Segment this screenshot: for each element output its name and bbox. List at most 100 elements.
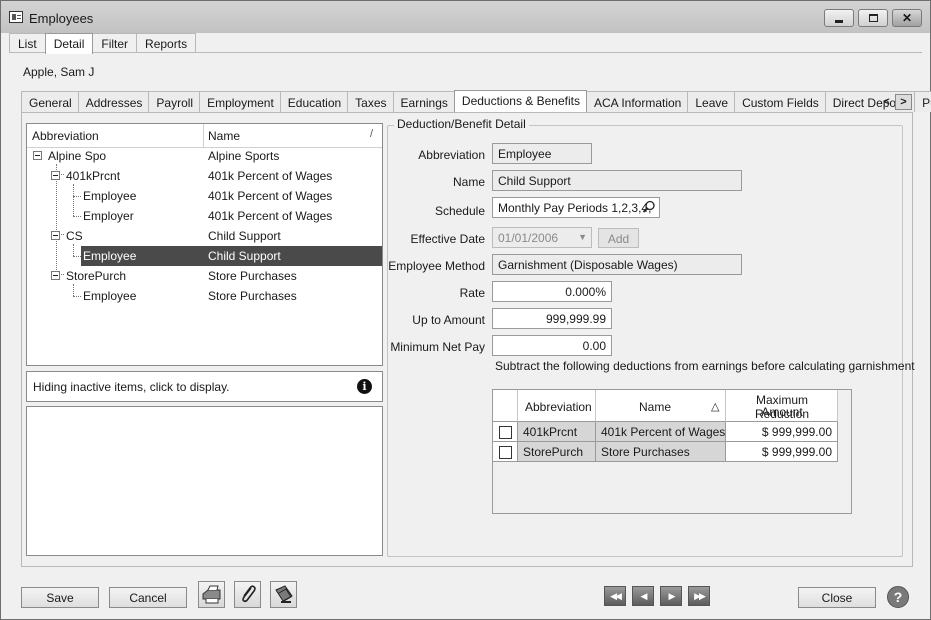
row-checkbox[interactable] (499, 426, 512, 439)
grid-col-abbreviation-label: Abbreviation (525, 400, 592, 414)
tab-taxes[interactable]: Taxes (347, 91, 394, 112)
tab-scroll-arrows: < > (878, 94, 912, 110)
name-label: Name (452, 175, 485, 189)
attach-button[interactable] (234, 581, 261, 608)
tab-list[interactable]: List (9, 33, 46, 53)
tab-detail[interactable]: Detail (44, 33, 94, 54)
record-name: Apple, Sam J (23, 65, 95, 79)
employee-method-field: Garnishment (Disposable Wages) (492, 254, 742, 275)
grid-cell-max: $ 999,999.00 (726, 442, 838, 462)
collapse-icon[interactable] (51, 231, 60, 240)
collapse-icon[interactable] (51, 271, 60, 280)
save-button[interactable]: Save (21, 587, 99, 608)
tab-payroll[interactable]: Payroll (148, 91, 201, 112)
tree-row-abbreviation: CS (66, 229, 83, 243)
report-button[interactable] (270, 581, 297, 608)
grid-col-name[interactable]: Name △ (596, 390, 726, 422)
minimum-net-pay-field[interactable]: 0.00 (492, 335, 612, 356)
close-icon: ✕ (901, 11, 913, 25)
minimum-net-pay-label: Minimum Net Pay (390, 340, 485, 354)
tab-employment[interactable]: Employment (199, 91, 281, 112)
title-bar: Employees ✕ (1, 1, 930, 33)
close-window-button[interactable]: ✕ (892, 9, 922, 27)
tab-filter[interactable]: Filter (92, 33, 138, 53)
cancel-button[interactable]: Cancel (109, 587, 187, 608)
tree-row-name: Child Support (208, 249, 281, 263)
tab-divider (9, 52, 922, 53)
print-icon (202, 585, 221, 604)
tree-row-name: 401k Percent of Wages (208, 169, 333, 183)
column-divider (203, 124, 204, 148)
row-checkbox[interactable] (499, 446, 512, 459)
tab-education[interactable]: Education (279, 91, 349, 112)
last-record-icon[interactable]: ▶▶ (688, 586, 710, 606)
tree-row[interactable]: Employee 401k Percent of Wages (27, 186, 382, 206)
tree-row-abbreviation: StorePurch (66, 269, 127, 283)
tree-row-abbreviation: Employee (83, 249, 137, 263)
tree-row-name: Child Support (208, 229, 281, 243)
help-icon[interactable]: ? (887, 586, 909, 608)
info-icon[interactable]: i (357, 379, 372, 394)
paperclip-icon (242, 585, 256, 603)
first-record-icon[interactable]: ◀◀ (604, 586, 626, 606)
abbreviation-label: Abbreviation (418, 148, 485, 162)
add-button[interactable]: Add (598, 228, 639, 248)
tab-earnings[interactable]: Earnings (392, 91, 455, 112)
grid-col-name-label: Name (639, 400, 672, 414)
subtract-note: Subtract the following deductions from e… (495, 359, 915, 373)
tab-general[interactable]: General (21, 91, 79, 112)
up-to-amount-label: Up to Amount (412, 313, 485, 327)
grid-header-check (493, 390, 518, 422)
grid-check-cell (493, 422, 518, 442)
tree-row-abbreviation: Employer (83, 209, 134, 223)
magnifier-icon[interactable] (642, 200, 656, 214)
tab-pu[interactable]: Pu (914, 91, 931, 112)
tab-deductions-benefits[interactable]: Deductions & Benefits (453, 90, 587, 112)
tab-scroll-right-icon[interactable]: > (895, 94, 912, 110)
effective-date-label: Effective Date (410, 232, 485, 246)
hiding-inactive-bar[interactable]: Hiding inactive items, click to display.… (26, 371, 383, 402)
effective-date-select[interactable]: 01/01/2006 ▼ (492, 227, 592, 248)
abbreviation-field: Employee (492, 143, 592, 164)
notes-area (26, 406, 383, 556)
grid-col-max-label: Amount (761, 405, 803, 419)
close-button[interactable]: Close (798, 587, 876, 608)
tree-header: Abbreviation Name / (27, 124, 382, 148)
previous-record-icon[interactable]: ◀ (632, 586, 654, 606)
grid-cell-abbreviation: 401kPrcnt (518, 422, 596, 442)
employee-method-label: Employee Method (388, 259, 485, 273)
tree-row-name: 401k Percent of Wages (208, 189, 333, 203)
tab-aca-information[interactable]: ACA Information (585, 91, 689, 112)
tree-row-name: Store Purchases (208, 269, 297, 283)
grid-cell-max: $ 999,999.00 (726, 422, 838, 442)
group-title: Deduction/Benefit Detail (394, 117, 529, 131)
tree-row-name: Alpine Sports (208, 149, 280, 163)
tree-col-abbreviation[interactable]: Abbreviation (32, 129, 99, 143)
tab-custom-fields[interactable]: Custom Fields (734, 91, 826, 112)
grid-col-max-reduction[interactable]: Maximum Reduction Amount (726, 390, 838, 422)
print-button[interactable] (198, 581, 225, 608)
tree-row-abbreviation: 401kPrcnt (66, 169, 121, 183)
schedule-field[interactable]: Monthly Pay Periods 1,2,3,4, (492, 197, 660, 218)
minimize-button[interactable] (824, 9, 854, 27)
tree-row-abbreviation: Employee (83, 189, 137, 203)
tree-row-abbreviation: Alpine Spo (48, 149, 107, 163)
tab-scroll-left-icon[interactable]: < (878, 94, 895, 110)
sort-ascending-icon: △ (711, 401, 720, 413)
up-to-amount-field[interactable]: 999,999.99 (492, 308, 612, 329)
rate-label: Rate (459, 286, 485, 300)
next-record-icon[interactable]: ▶ (660, 586, 682, 606)
grid-col-abbreviation[interactable]: Abbreviation (518, 390, 596, 422)
maximize-icon (868, 14, 878, 22)
tab-addresses[interactable]: Addresses (77, 91, 150, 112)
tree-col-name[interactable]: Name (208, 129, 240, 143)
maximize-button[interactable] (858, 9, 888, 27)
tab-reports[interactable]: Reports (136, 33, 197, 53)
collapse-icon[interactable] (51, 171, 60, 180)
tab-leave[interactable]: Leave (687, 91, 736, 112)
tree-row-abbreviation: Employee (83, 289, 137, 303)
rate-field[interactable]: 0.000% (492, 281, 612, 302)
tree-row-name: 401k Percent of Wages (208, 209, 333, 223)
schedule-label: Schedule (434, 204, 485, 218)
collapse-icon[interactable] (33, 151, 42, 160)
